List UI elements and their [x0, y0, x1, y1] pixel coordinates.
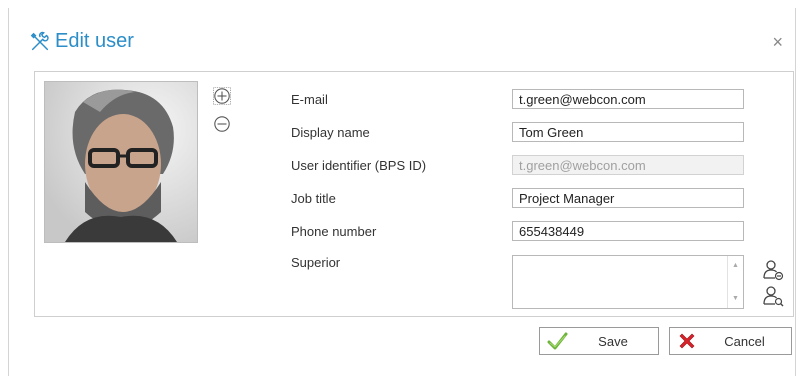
- user-photo: [44, 81, 198, 243]
- display-name-label: Display name: [291, 124, 370, 140]
- user-id-label: User identifier (BPS ID): [291, 157, 427, 173]
- user-search-icon[interactable]: [762, 285, 784, 307]
- user-form-panel: E-mail t.green@webcon.com Display name T…: [34, 71, 794, 317]
- user-id-field: t.green@webcon.com: [512, 155, 744, 175]
- phone-field[interactable]: 655438449: [512, 221, 744, 241]
- checkmark-icon: [547, 332, 568, 350]
- superior-label: Superior: [291, 254, 341, 270]
- superior-row: Superior: [291, 250, 511, 274]
- tools-icon: [30, 31, 49, 50]
- edit-user-dialog: Edit user × E-mail t.green@webcon.com Di…: [8, 8, 796, 376]
- superior-field[interactable]: ▲ ▼: [512, 255, 744, 309]
- scroll-up-icon[interactable]: ▲: [732, 262, 739, 269]
- user-photo-image: [45, 82, 197, 242]
- save-button-label: Save: [598, 333, 628, 349]
- cancel-button-label: Cancel: [724, 333, 765, 349]
- scroll-down-icon[interactable]: ▼: [732, 295, 739, 302]
- phone-label: Phone number: [291, 223, 377, 239]
- user-id-row: User identifier (BPS ID): [291, 153, 511, 177]
- close-button[interactable]: ×: [772, 33, 783, 51]
- superior-scrollbar[interactable]: ▲ ▼: [727, 256, 743, 308]
- email-label: E-mail: [291, 91, 328, 107]
- minus-circle-icon[interactable]: [213, 115, 231, 133]
- dialog-header: Edit user: [29, 30, 134, 53]
- save-button[interactable]: Save: [539, 327, 659, 355]
- phone-row: Phone number: [291, 219, 511, 243]
- email-row: E-mail: [291, 87, 511, 111]
- email-field[interactable]: t.green@webcon.com: [512, 89, 744, 109]
- display-name-field[interactable]: Tom Green: [512, 122, 744, 142]
- job-title-field[interactable]: Project Manager: [512, 188, 744, 208]
- dialog-title: Edit user: [55, 30, 134, 52]
- job-title-row: Job title: [291, 186, 511, 210]
- job-title-label: Job title: [291, 190, 336, 206]
- plus-circle-icon[interactable]: [213, 87, 231, 105]
- display-name-row: Display name: [291, 120, 511, 144]
- cancel-button[interactable]: Cancel: [669, 327, 792, 355]
- cancel-x-icon: [679, 333, 695, 349]
- user-remove-icon[interactable]: [762, 259, 784, 281]
